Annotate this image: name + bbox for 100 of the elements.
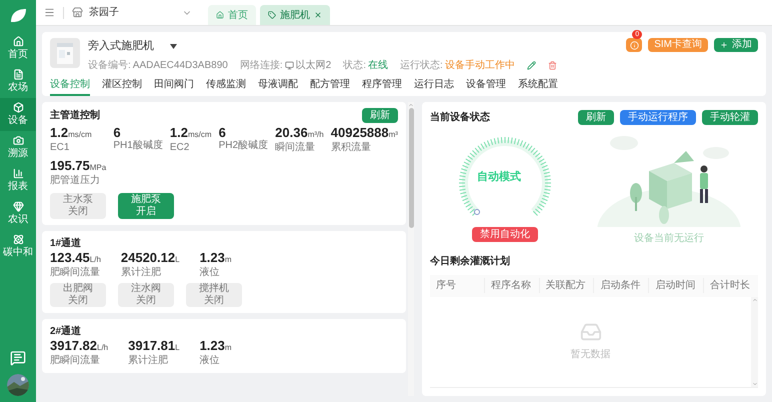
card-title: 当前设备状态 — [430, 110, 490, 124]
card-title: 1#通道 — [50, 236, 82, 250]
empty-message: 暂无数据 — [570, 348, 610, 362]
nav-tab[interactable]: 系统配置 — [518, 76, 558, 96]
info-label: 网络连接: — [240, 58, 283, 72]
scrollbar[interactable] — [751, 296, 758, 387]
metric-label: PH2酸碱度 — [218, 140, 268, 152]
gem-icon — [12, 201, 24, 212]
nav-tab[interactable]: 设备控制 — [50, 76, 90, 96]
info-label: 状态: — [343, 58, 366, 72]
edit-icon[interactable] — [526, 60, 536, 70]
switch-button[interactable]: 出肥阀 关闭 — [50, 282, 106, 306]
add-button[interactable]: 添加 — [714, 38, 758, 52]
idle-message: 设备当前无运行 — [634, 232, 704, 246]
switch-button[interactable]: 搅拌机 关闭 — [186, 282, 242, 306]
tag-icon — [268, 11, 276, 19]
sim-query-button[interactable]: SIM卡查询 — [648, 38, 708, 52]
refresh-button[interactable]: 刷新 — [362, 108, 398, 122]
info-value: AADAEC44D3AB890 — [132, 58, 228, 72]
metric-value: 123.45L/h — [50, 250, 101, 266]
nav-tab[interactable]: 传感监测 — [206, 76, 246, 96]
metric-label: 瞬间流量 — [275, 142, 316, 154]
metric-label: 累计注肥 — [120, 266, 162, 278]
metric-value: 1.23m — [200, 250, 232, 266]
switch-button[interactable]: 施肥泵 开启 — [118, 192, 174, 218]
metric-value: 3917.81L — [128, 338, 180, 354]
farm-select[interactable]: 茶园子 — [72, 5, 192, 20]
mode-label: 自动模式 — [477, 170, 521, 184]
nav-tab[interactable]: 设备管理 — [466, 76, 506, 96]
sidebar-item[interactable]: 农识 — [0, 197, 36, 230]
metric-value: 195.75MPa — [50, 158, 106, 174]
switch-button[interactable]: 主水泵 关闭 — [50, 192, 106, 218]
page-tab[interactable]: 施肥机 — [260, 5, 330, 25]
home-icon — [216, 11, 224, 19]
info-value: 以太网2 — [296, 58, 332, 72]
metric-value: 40925888m³ — [330, 124, 398, 142]
metric-label: PH1酸碱度 — [113, 140, 163, 152]
metric-value: 1.2ms/cm — [170, 124, 212, 142]
close-icon[interactable] — [314, 11, 322, 19]
empty-inbox-icon — [580, 321, 602, 344]
page-tab[interactable]: 首页 — [208, 5, 256, 25]
chart-icon — [12, 168, 24, 179]
metric-value: 1.23m — [200, 338, 232, 354]
metric-label: 累积流量 — [330, 142, 372, 154]
nav-tab[interactable]: 程序管理 — [362, 76, 402, 96]
metric-label: 累计注肥 — [128, 354, 170, 366]
switch-button[interactable]: 注水阀 关闭 — [118, 282, 174, 306]
disable-automation-button[interactable]: 禁用自动化 — [472, 226, 538, 242]
info-label: 运行状态: — [400, 58, 443, 72]
metric-value: 1.2ms/cm — [50, 124, 93, 142]
sidebar-item[interactable]: 农场 — [0, 65, 36, 98]
column-header: 关联配方 — [538, 278, 594, 293]
info-label: 设备编号: — [88, 58, 131, 72]
action-button[interactable]: 手动轮灌 — [702, 110, 758, 124]
metric-value: 6 — [218, 124, 227, 140]
card-title: 2#通道 — [50, 324, 82, 338]
leaf-logo-icon — [9, 8, 27, 24]
nav-tab[interactable]: 灌区控制 — [102, 76, 142, 96]
box-icon — [12, 102, 24, 113]
menu-icon[interactable] — [44, 7, 55, 18]
column-header: 启动时间 — [648, 278, 704, 293]
scroll-up-icon[interactable] — [408, 102, 414, 108]
caret-icon[interactable] — [170, 44, 177, 49]
action-button[interactable]: 刷新 — [578, 110, 614, 124]
scroll-thumb[interactable] — [408, 108, 414, 228]
metric-label: EC2 — [170, 142, 190, 154]
chat-icon[interactable] — [10, 350, 26, 366]
column-header: 合计时长 — [703, 278, 758, 293]
info-button[interactable] — [626, 38, 642, 52]
metric-label: 液位 — [200, 266, 221, 278]
sidebar-item[interactable]: 碳中和 — [0, 230, 36, 263]
info-value: 设备手动工作中 — [444, 58, 515, 72]
metric-label: EC1 — [50, 142, 70, 154]
sidebar-item[interactable]: 报表 — [0, 164, 36, 197]
metric-value: 3917.82L/h — [50, 338, 108, 354]
sidebar-item[interactable]: 溯源 — [0, 131, 36, 164]
nav-tab[interactable]: 配方管理 — [310, 76, 350, 96]
metric-value: 20.36m³/h — [275, 124, 324, 142]
card-title: 主管道控制 — [50, 108, 100, 122]
monitor-icon — [284, 60, 294, 70]
info-icon — [630, 40, 639, 50]
action-button[interactable]: 手动运行程序 — [620, 110, 696, 124]
delete-icon[interactable] — [548, 60, 557, 70]
store-icon — [72, 7, 83, 18]
scroll-down-icon[interactable] — [752, 381, 758, 387]
scrollbar[interactable] — [408, 102, 414, 396]
scroll-up-icon[interactable] — [752, 296, 758, 302]
sidebar-item[interactable]: 设备 — [0, 98, 36, 131]
nav-tab[interactable]: 母液调配 — [258, 76, 298, 96]
sidebar-item[interactable]: 首页 — [0, 32, 36, 65]
metric-label: 液位 — [200, 354, 221, 366]
plan-title: 今日剩余灌溉计划 — [430, 254, 511, 268]
nav-tab[interactable]: 田间阀门 — [154, 76, 194, 96]
document-icon — [12, 69, 24, 80]
atom-icon — [12, 234, 24, 245]
info-value: 在线 — [368, 58, 388, 72]
plus-icon — [720, 41, 728, 49]
nav-tab[interactable]: 运行日志 — [414, 76, 454, 96]
metric-value: 6 — [113, 124, 122, 140]
camera-icon — [12, 135, 24, 146]
